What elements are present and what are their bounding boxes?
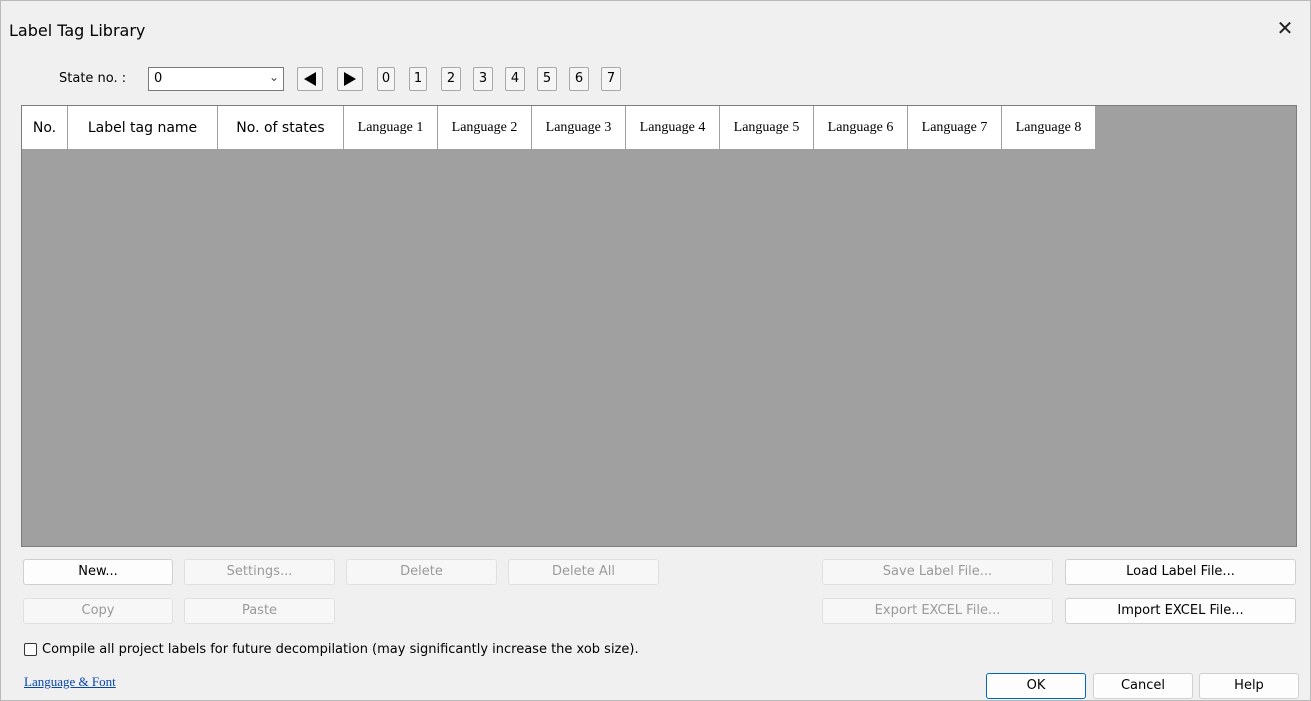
column-header-no-of-states[interactable]: No. of states <box>218 106 344 149</box>
column-header-language-6[interactable]: Language 6 <box>814 106 908 149</box>
ok-button[interactable]: OK <box>986 673 1086 699</box>
state-button-4[interactable]: 4 <box>505 67 525 91</box>
help-button[interactable]: Help <box>1199 673 1299 699</box>
triangle-right-icon <box>344 72 356 86</box>
column-header-language-5[interactable]: Language 5 <box>720 106 814 149</box>
paste-button[interactable]: Paste <box>184 598 335 624</box>
label-tag-library-dialog: Label Tag Library ✕ State no. : 0 ⌄ 0 1 … <box>0 0 1311 701</box>
column-header-language-1[interactable]: Language 1 <box>344 106 438 149</box>
language-font-link[interactable]: Language & Font <box>24 674 116 690</box>
chevron-down-icon: ⌄ <box>268 70 279 84</box>
compile-labels-option[interactable]: Compile all project labels for future de… <box>24 642 639 657</box>
compile-labels-checkbox[interactable] <box>24 643 37 656</box>
column-header-language-7[interactable]: Language 7 <box>908 106 1002 149</box>
table-header: No. Label tag name No. of states Languag… <box>22 106 1096 149</box>
save-label-file-button[interactable]: Save Label File... <box>822 559 1053 585</box>
label-tag-table[interactable]: No. Label tag name No. of states Languag… <box>21 105 1297 547</box>
state-button-6[interactable]: 6 <box>569 67 589 91</box>
export-excel-file-button[interactable]: Export EXCEL File... <box>822 598 1053 624</box>
state-number-value: 0 <box>154 71 163 86</box>
compile-labels-label: Compile all project labels for future de… <box>42 642 639 657</box>
close-icon[interactable]: ✕ <box>1274 17 1296 39</box>
import-excel-file-button[interactable]: Import EXCEL File... <box>1065 598 1296 624</box>
title-bar: Label Tag Library ✕ <box>1 1 1310 59</box>
settings-button[interactable]: Settings... <box>184 559 335 585</box>
delete-button[interactable]: Delete <box>346 559 497 585</box>
load-label-file-button[interactable]: Load Label File... <box>1065 559 1296 585</box>
column-header-language-8[interactable]: Language 8 <box>1002 106 1096 149</box>
dialog-title: Label Tag Library <box>9 21 146 40</box>
copy-button[interactable]: Copy <box>23 598 173 624</box>
column-header-language-2[interactable]: Language 2 <box>438 106 532 149</box>
column-header-language-3[interactable]: Language 3 <box>532 106 626 149</box>
column-header-language-4[interactable]: Language 4 <box>626 106 720 149</box>
state-button-5[interactable]: 5 <box>537 67 557 91</box>
delete-all-button[interactable]: Delete All <box>508 559 659 585</box>
state-button-2[interactable]: 2 <box>441 67 461 91</box>
column-header-label-tag-name[interactable]: Label tag name <box>68 106 218 149</box>
new-button[interactable]: New... <box>23 559 173 585</box>
previous-state-button[interactable] <box>297 67 323 91</box>
state-number-label: State no. : <box>59 71 127 86</box>
column-header-no[interactable]: No. <box>22 106 68 149</box>
next-state-button[interactable] <box>337 67 363 91</box>
cancel-button[interactable]: Cancel <box>1093 673 1193 699</box>
state-number-select[interactable]: 0 ⌄ <box>148 67 284 91</box>
state-button-1[interactable]: 1 <box>409 67 427 91</box>
state-button-7[interactable]: 7 <box>601 67 621 91</box>
state-button-3[interactable]: 3 <box>473 67 493 91</box>
triangle-left-icon <box>304 72 316 86</box>
state-button-0[interactable]: 0 <box>377 67 395 91</box>
